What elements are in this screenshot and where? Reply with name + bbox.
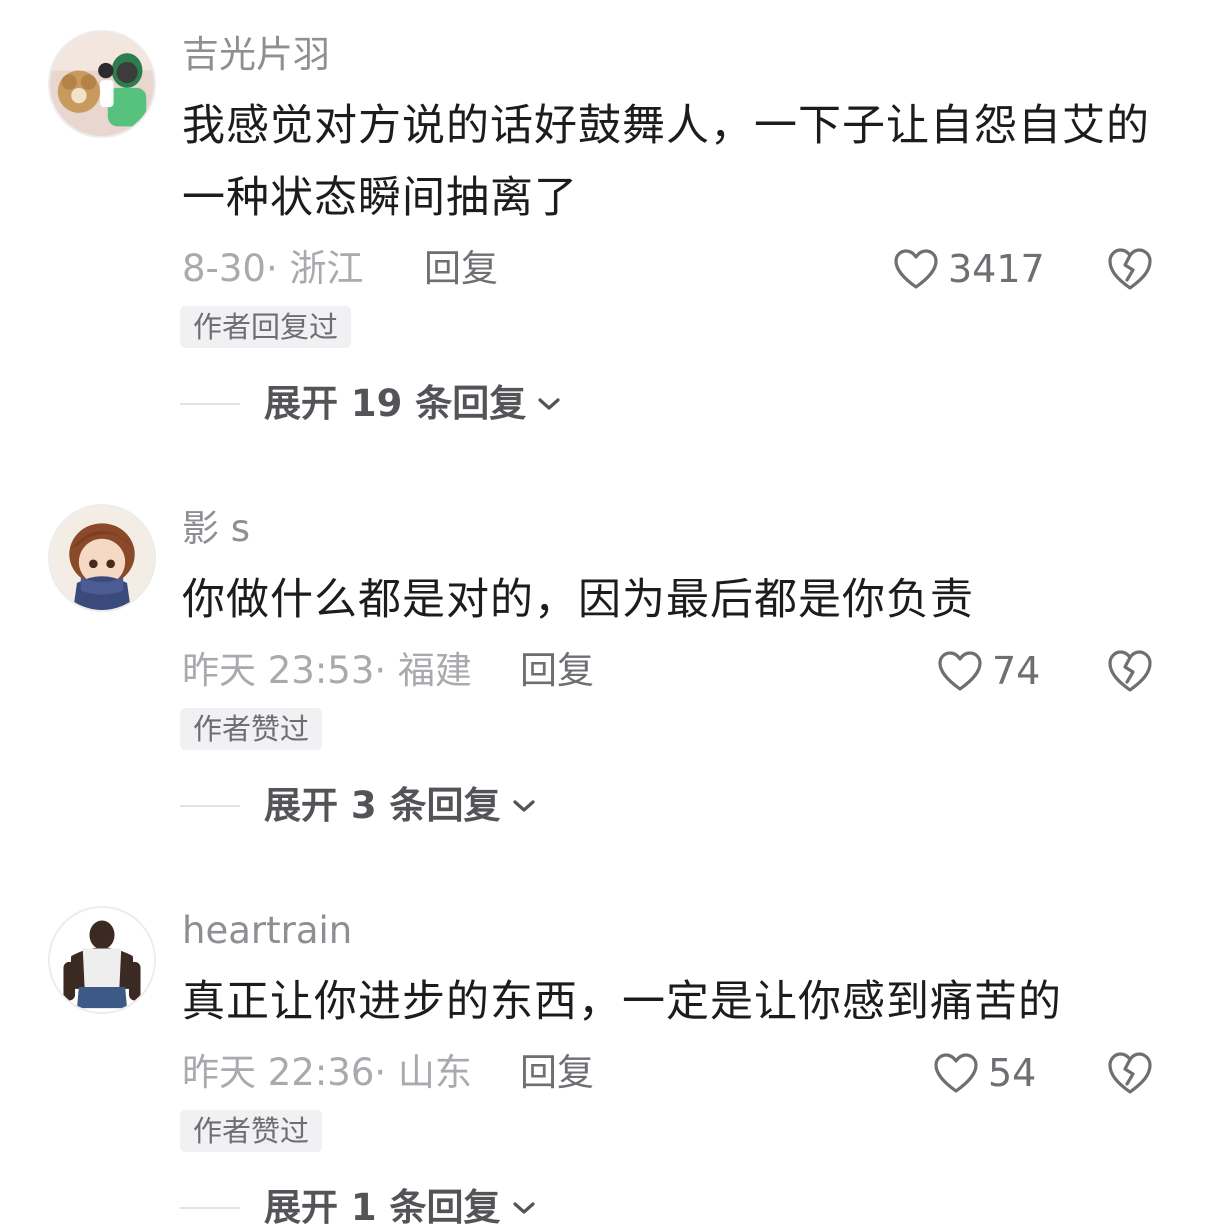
- comment-list: 吉光片羽 我感觉对方说的话好鼓舞人，一下子让自怨自艾的一种状态瞬间抽离了 8-3…: [0, 0, 1206, 1230]
- reply-button[interactable]: 回复: [424, 246, 498, 292]
- username[interactable]: 吉光片羽: [182, 32, 330, 78]
- author-badge: 作者赞过: [180, 708, 323, 750]
- comment-text: 你做什么都是对的，因为最后都是你负责: [182, 575, 974, 625]
- heart-outline-icon: [938, 651, 982, 691]
- reply-button[interactable]: 回复: [520, 648, 594, 694]
- avatar[interactable]: [48, 30, 156, 138]
- avatar-image: [50, 506, 154, 610]
- heart-outline-icon: [894, 249, 938, 289]
- comment-text: 我感觉对方说的话好鼓舞人，一下子让自怨自艾的一种状态瞬间抽离了: [182, 101, 1150, 223]
- divider: [180, 805, 240, 807]
- expand-replies-button[interactable]: 展开 19 条回复: [180, 381, 562, 427]
- like-count: 74: [992, 649, 1041, 693]
- author-badge: 作者赞过: [180, 1110, 323, 1152]
- like-count: 3417: [948, 247, 1045, 291]
- like-button[interactable]: 3417: [892, 246, 1045, 292]
- avatar-image: [50, 908, 154, 1012]
- author-badge: 作者回复过: [180, 306, 352, 348]
- like-button[interactable]: 74: [936, 648, 1040, 694]
- comment-text: 真正让你进步的东西，一定是让你感到痛苦的: [182, 977, 1062, 1027]
- dislike-button[interactable]: [1106, 1050, 1154, 1096]
- dislike-button[interactable]: [1106, 648, 1154, 694]
- comment-meta: 8-30· 浙江: [182, 247, 364, 290]
- heart-outline-icon: [934, 1053, 978, 1093]
- username[interactable]: 影 s: [182, 506, 250, 552]
- chevron-down-icon: [538, 398, 560, 410]
- chevron-down-icon: [512, 800, 535, 812]
- broken-heart-icon: [1108, 248, 1152, 290]
- avatar[interactable]: [48, 906, 156, 1014]
- divider: [180, 403, 240, 405]
- comment-meta: 昨天 23:53· 福建: [182, 649, 472, 692]
- like-button[interactable]: 54: [932, 1050, 1036, 1096]
- expand-replies-button[interactable]: 展开 1 条回复: [180, 1185, 537, 1230]
- reply-button[interactable]: 回复: [520, 1050, 594, 1096]
- like-count: 54: [988, 1051, 1037, 1095]
- expand-replies-label: 展开 19 条回复: [264, 382, 527, 425]
- expand-replies-label: 展开 1 条回复: [264, 1186, 501, 1229]
- expand-replies-label: 展开 3 条回复: [264, 784, 501, 827]
- dislike-button[interactable]: [1106, 246, 1154, 292]
- broken-heart-icon: [1108, 1052, 1152, 1094]
- expand-replies-button[interactable]: 展开 3 条回复: [180, 783, 537, 829]
- broken-heart-icon: [1108, 650, 1152, 692]
- divider: [180, 1207, 240, 1209]
- username[interactable]: heartrain: [182, 908, 352, 954]
- chevron-down-icon: [512, 1202, 535, 1214]
- comment-meta: 昨天 22:36· 山东: [182, 1051, 472, 1094]
- avatar-image: [50, 32, 154, 136]
- avatar[interactable]: [48, 504, 156, 612]
